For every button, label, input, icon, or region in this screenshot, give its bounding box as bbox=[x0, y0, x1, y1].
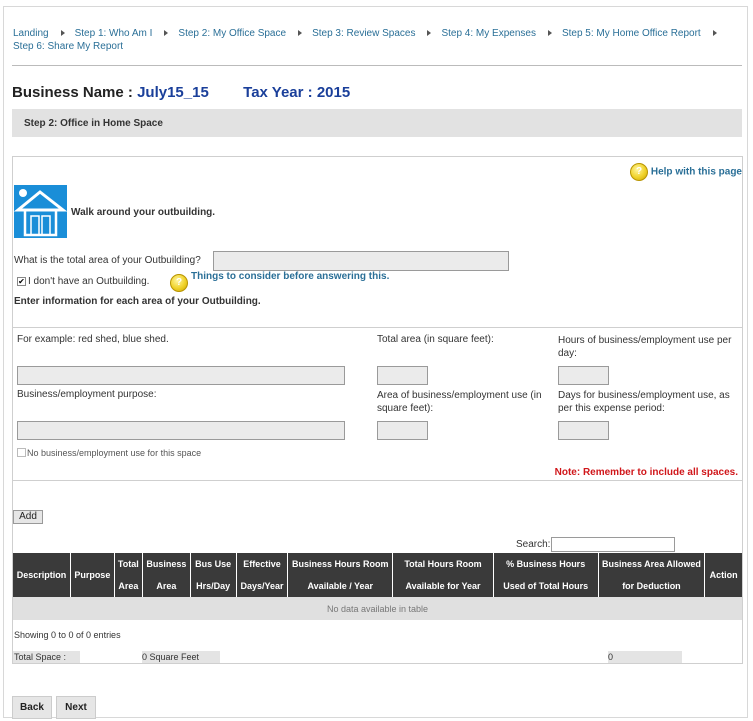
col-purpose[interactable]: Purpose bbox=[70, 553, 115, 597]
walk-instruction: Walk around your outbuilding. bbox=[71, 207, 216, 218]
business-area-input[interactable] bbox=[377, 421, 428, 440]
col-percent-business-hours[interactable]: % Business Hours Used of Total Hours bbox=[493, 553, 599, 597]
step-title-bar: Step 2: Office in Home Space bbox=[12, 109, 742, 137]
arrow-right-icon bbox=[427, 29, 432, 36]
no-outbuilding-checkbox[interactable]: ✔ bbox=[17, 277, 26, 286]
breadcrumb-step-6[interactable]: Step 6: Share My Report bbox=[13, 41, 123, 52]
breadcrumb-step-1[interactable]: Step 1: Who Am I bbox=[75, 28, 153, 39]
no-outbuilding-label: I don't have an Outbuilding. bbox=[28, 276, 150, 287]
entries-count: Showing 0 to 0 of 0 entries bbox=[14, 630, 121, 640]
purpose-label: Business/employment purpose: bbox=[17, 389, 157, 400]
breadcrumb: Landing Step 1: Who Am I Step 2: My Office… bbox=[13, 27, 733, 53]
deduction-total-cell: 0 bbox=[608, 651, 682, 663]
table-row: No data available in table bbox=[13, 597, 742, 620]
help-link[interactable]: ? Help with this page bbox=[630, 163, 742, 181]
purpose-input[interactable] bbox=[17, 421, 345, 440]
total-area-label: What is the total area of your Outbuildi… bbox=[14, 255, 201, 266]
next-button[interactable]: Next bbox=[56, 696, 96, 719]
no-use-label: No business/employment use for this spac… bbox=[27, 448, 202, 458]
col-total-area[interactable]: Total Area bbox=[114, 553, 144, 597]
spaces-table: Description Purpose Total Area Business … bbox=[13, 553, 742, 620]
breadcrumb-landing[interactable]: Landing bbox=[13, 28, 49, 39]
search-label: Search: bbox=[516, 539, 551, 550]
arrow-right-icon bbox=[60, 29, 65, 36]
days-label: Days for business/employment use, as per… bbox=[558, 390, 730, 414]
col-description[interactable]: Description bbox=[13, 553, 71, 597]
breadcrumb-step-3[interactable]: Step 3: Review Spaces bbox=[312, 28, 415, 39]
note-include-spaces: Note: Remember to include all spaces. bbox=[554, 467, 738, 478]
breadcrumb-step-4[interactable]: Step 4: My Expenses bbox=[441, 28, 536, 39]
hours-per-day-label: Hours of business/employment use per day… bbox=[558, 335, 732, 359]
col-business-hours-room[interactable]: Business Hours Room Available / Year bbox=[287, 553, 394, 597]
back-button[interactable]: Back bbox=[12, 696, 52, 719]
help-icon[interactable]: ? bbox=[630, 163, 649, 181]
outbuilding-panel: ? Help with this page Walk around your o… bbox=[12, 156, 743, 664]
table-header-row: Description Purpose Total Area Business … bbox=[13, 553, 742, 597]
square-feet-cell: 0 Square Feet bbox=[142, 651, 220, 663]
add-button[interactable]: Add bbox=[13, 510, 43, 524]
step-title: Step 2: Office in Home Space bbox=[24, 118, 163, 129]
search-input[interactable] bbox=[551, 537, 675, 552]
house-icon bbox=[13, 185, 68, 238]
empty-table-message: No data available in table bbox=[13, 597, 742, 620]
col-action[interactable]: Action bbox=[704, 553, 742, 597]
no-use-checkbox[interactable] bbox=[17, 448, 26, 457]
page-container: Landing Step 1: Who Am I Step 2: My Office… bbox=[3, 6, 748, 719]
tax-year-value: 2015 bbox=[316, 84, 351, 101]
breadcrumb-step-5[interactable]: Step 5: My Home Office Report bbox=[562, 28, 701, 39]
business-area-label: Area of business/employment use (in squa… bbox=[377, 390, 542, 414]
col-effective-days[interactable]: Effective Days/Year bbox=[236, 553, 289, 597]
total-space-row: Total Space : 0 Square Feet 0 bbox=[13, 651, 742, 665]
breadcrumb-step-2[interactable]: Step 2: My Office Space bbox=[178, 28, 286, 39]
arrow-right-icon bbox=[164, 29, 169, 36]
help-icon[interactable]: ? bbox=[170, 274, 188, 292]
example-label: For example: red shed, blue shed. bbox=[17, 334, 169, 345]
arrow-right-icon bbox=[298, 29, 303, 36]
col-business-area-deduction[interactable]: Business Area Allowed for Deduction bbox=[598, 553, 706, 597]
enter-info-heading: Enter information for each area of your … bbox=[14, 296, 261, 307]
divider bbox=[12, 65, 742, 66]
hours-per-day-input[interactable] bbox=[558, 366, 609, 385]
col-bus-use-hrs[interactable]: Bus Use Hrs/Day bbox=[190, 553, 237, 597]
business-header: Business Name : July15_15 Tax Year : 201… bbox=[12, 84, 350, 101]
tax-year-label: Tax Year : bbox=[243, 84, 313, 101]
total-space-cell: Total Space : bbox=[13, 651, 80, 663]
total-deduction: 0 bbox=[608, 652, 614, 662]
business-name-label: Business Name : bbox=[12, 84, 133, 101]
help-link-label[interactable]: Help with this page bbox=[651, 167, 742, 178]
area-entry-form: For example: red shed, blue shed. Total … bbox=[13, 327, 742, 481]
business-name-value: July15_15 bbox=[137, 84, 209, 101]
total-area-sqft-input[interactable] bbox=[377, 366, 428, 385]
things-to-consider-link[interactable]: Things to consider before answering this… bbox=[191, 271, 389, 282]
total-area-sqft-label: Total area (in square feet): bbox=[377, 334, 494, 345]
arrow-right-icon bbox=[712, 29, 717, 36]
days-input[interactable] bbox=[558, 421, 609, 440]
arrow-right-icon bbox=[547, 29, 552, 36]
col-total-hours-room[interactable]: Total Hours Room Available for Year bbox=[392, 553, 494, 597]
total-square-feet: 0 Square Feet bbox=[142, 652, 200, 662]
total-space-label: Total Space : bbox=[14, 652, 67, 662]
description-input[interactable] bbox=[17, 366, 345, 385]
total-area-input[interactable] bbox=[213, 251, 509, 271]
col-business-area[interactable]: Business Area bbox=[142, 553, 191, 597]
